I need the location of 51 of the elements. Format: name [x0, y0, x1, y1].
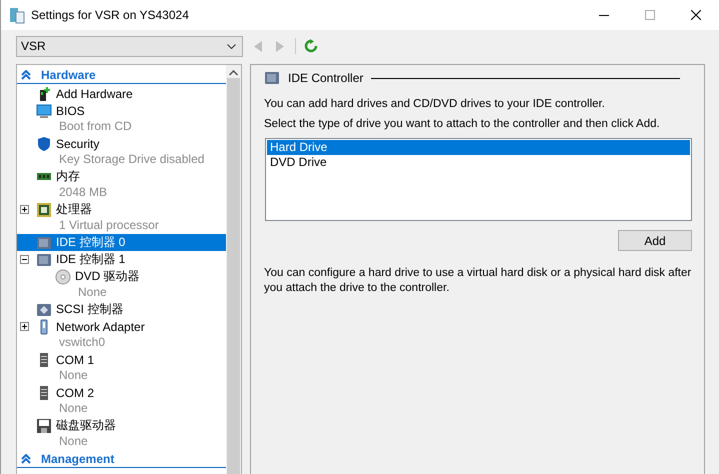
- item-detail: Boot from CD: [58, 119, 133, 135]
- controller-icon: [36, 302, 52, 318]
- section-header[interactable]: Hardware: [17, 66, 226, 84]
- item-detail: None: [58, 434, 89, 450]
- shield-icon: [36, 136, 52, 152]
- vm-dropdown[interactable]: VSR: [16, 36, 243, 56]
- expand-icon[interactable]: [20, 205, 29, 214]
- controller-icon: [36, 234, 52, 250]
- tree-item[interactable]: 内存: [17, 168, 226, 185]
- list-item[interactable]: Hard Drive: [267, 140, 690, 155]
- scrollbar[interactable]: [226, 65, 241, 474]
- controller-icon: [264, 71, 280, 85]
- close-icon: [691, 10, 701, 20]
- item-detail: vswitch0: [58, 335, 106, 351]
- tree-item[interactable]: IDE 控制器 0: [17, 234, 226, 251]
- tree-item[interactable]: Add Hardware: [17, 85, 226, 102]
- tree-item[interactable]: 处理器: [17, 201, 226, 218]
- add-button[interactable]: Add: [618, 230, 692, 251]
- tree-item[interactable]: COM 2: [17, 384, 226, 401]
- refresh-button[interactable]: [304, 38, 318, 54]
- tree-item[interactable]: Network Adapter: [17, 318, 226, 335]
- tree-item[interactable]: BIOS: [17, 102, 226, 119]
- item-detail: Key Storage Drive disabled: [58, 152, 206, 168]
- group-title: IDE Controller: [288, 71, 364, 85]
- instruction-text: Select the type of drive you want to attach to the controller and then click Add.: [264, 117, 661, 132]
- maximize-icon: [645, 10, 655, 20]
- intro-text: You can add hard drives and CD/DVD drives to your IDE controller.: [264, 97, 606, 112]
- tree-item[interactable]: Security: [17, 135, 226, 152]
- monitor-icon: [36, 102, 52, 118]
- settings-app-icon: [9, 6, 25, 24]
- note-text: You can configure a hard drive to use a virtual hard disk or a physical hard disk after you attach the drive to the controller.: [264, 266, 692, 296]
- list-item[interactable]: DVD Drive: [267, 155, 690, 170]
- controller-icon: [36, 252, 52, 268]
- disc-icon: [55, 268, 71, 284]
- chevron-down-icon: [227, 44, 236, 48]
- item-detail: None: [58, 401, 89, 417]
- item-detail: None: [58, 368, 89, 384]
- collapse-icon[interactable]: [20, 255, 29, 264]
- tree-item[interactable]: IDE 控制器 1: [17, 251, 226, 268]
- scroll-up-icon[interactable]: [229, 70, 238, 76]
- tree-item[interactable]: SCSI 控制器: [17, 301, 226, 318]
- tree-item[interactable]: 磁盘驱动器: [17, 417, 226, 434]
- tree-item[interactable]: COM 1: [17, 351, 226, 368]
- item-detail: 1 Virtual processor: [58, 218, 160, 234]
- item-detail: 2048 MB: [58, 185, 108, 201]
- expand-icon[interactable]: [20, 322, 29, 331]
- section-header[interactable]: Management: [17, 450, 226, 468]
- chip-icon: [36, 202, 52, 218]
- tree-item[interactable]: DVD 驱动器: [17, 268, 226, 285]
- item-detail: None: [77, 285, 108, 301]
- window-title: Settings for VSR on YS43024: [31, 8, 190, 22]
